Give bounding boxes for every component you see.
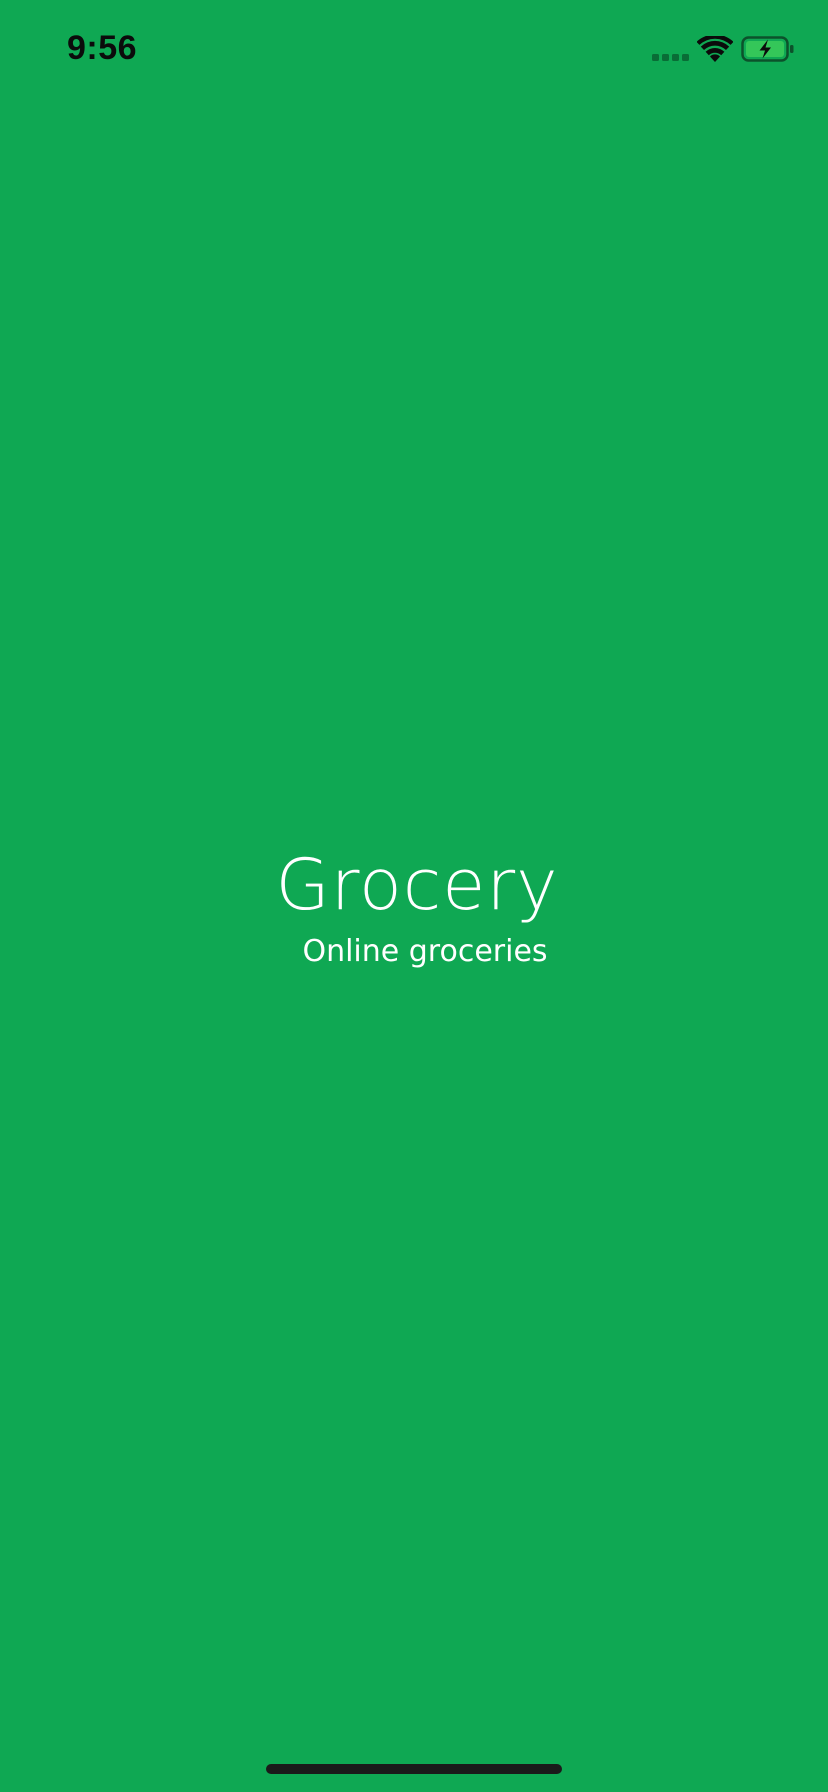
signal-icon — [652, 54, 690, 62]
home-indicator[interactable] — [266, 1764, 562, 1774]
splash-screen: 9:56 Grocery Online groceries — [0, 0, 828, 1792]
app-subtitle: Online groceries — [302, 934, 548, 969]
app-title: Grocery — [275, 844, 559, 926]
wifi-icon — [697, 36, 733, 62]
battery-charging-icon — [741, 36, 794, 62]
status-time: 9:56 — [67, 29, 138, 67]
status-bar: 9:56 — [0, 0, 828, 100]
brand-block: Grocery Online groceries — [0, 838, 828, 972]
